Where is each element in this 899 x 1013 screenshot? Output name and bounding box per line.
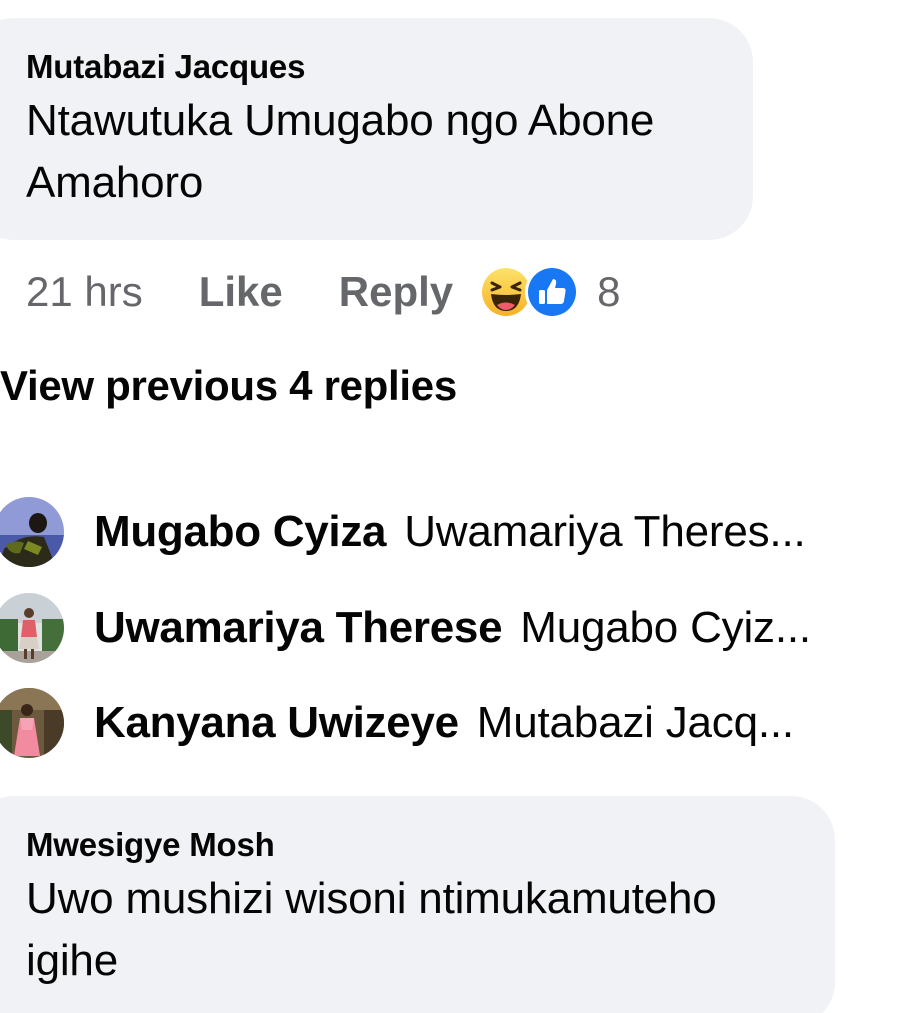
avatar[interactable] <box>0 593 64 663</box>
comment-author[interactable]: Mutabazi Jacques <box>26 48 713 86</box>
comment-text: Uwo mushizi wisoni ntimukamuteho igihe <box>26 868 795 992</box>
avatar[interactable] <box>0 497 64 567</box>
comment-text: Ntawutuka Umugabo ngo Abone Amahoro <box>26 90 713 214</box>
comment-thread: Mutabazi Jacques Ntawutuka Umugabo ngo A… <box>0 0 899 1013</box>
reactions-summary[interactable]: 8 <box>481 265 621 319</box>
reply-author[interactable]: Uwamariya Therese <box>94 603 503 653</box>
comment-actions: 21 hrs Like Reply 8 <box>26 262 621 322</box>
reply-author[interactable]: Kanyana Uwizeye <box>94 698 459 748</box>
haha-reaction-icon <box>482 268 531 316</box>
reaction-count: 8 <box>597 268 621 315</box>
view-previous-replies-link[interactable]: View previous 4 replies <box>0 362 457 410</box>
comment-author[interactable]: Mwesigye Mosh <box>26 826 795 864</box>
reply-snippet: Mutabazi Jacq... <box>476 698 794 747</box>
comment-text-line: igihe <box>26 936 118 985</box>
avatar[interactable] <box>0 688 64 758</box>
reply-snippet: Uwamariya Theres... <box>404 507 806 556</box>
comment-timestamp[interactable]: 21 hrs <box>26 268 143 316</box>
comment-text-line: Amahoro <box>26 158 204 207</box>
comment-text-line: Ntawutuka Umugabo ngo Abone <box>26 96 655 145</box>
reply-button[interactable]: Reply <box>339 268 453 316</box>
reply-preview[interactable]: Kanyana Uwizeye Mutabazi Jacq... <box>0 687 794 759</box>
comment-text-line: Uwo mushizi wisoni ntimukamuteho <box>26 874 717 923</box>
reply-author[interactable]: Mugabo Cyiza <box>94 507 387 557</box>
reply-preview[interactable]: Mugabo Cyiza Uwamariya Theres... <box>0 496 806 568</box>
comment-bubble[interactable]: Mutabazi Jacques Ntawutuka Umugabo ngo A… <box>0 18 753 240</box>
reply-preview[interactable]: Uwamariya Therese Mugabo Cyiz... <box>0 592 811 664</box>
reply-snippet: Mugabo Cyiz... <box>520 603 811 652</box>
like-button[interactable]: Like <box>199 268 283 316</box>
comment-bubble[interactable]: Mwesigye Mosh Uwo mushizi wisoni ntimuka… <box>0 796 835 1013</box>
like-reaction-icon <box>525 265 580 319</box>
